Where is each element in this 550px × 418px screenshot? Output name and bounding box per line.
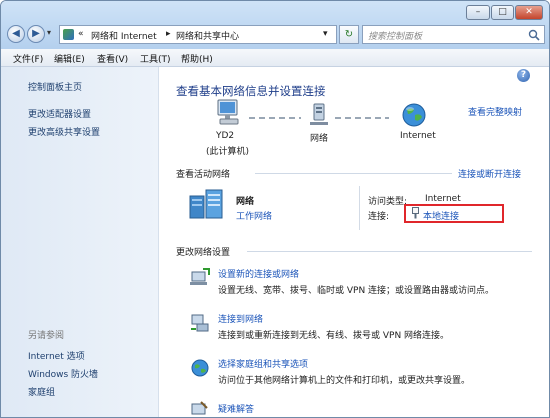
- title-bar: – □ ✕ ◀ ▶ ▾ « 网络和 Internet ▸ 网络和共享中心 ▾ ↻…: [1, 1, 549, 49]
- menu-tools[interactable]: 工具(T): [140, 52, 171, 65]
- breadcrumb-network-internet[interactable]: 网络和 Internet: [91, 29, 157, 42]
- sidebar-link-homegroup[interactable]: 家庭组: [28, 385, 55, 398]
- task-homegroup-sharing[interactable]: 选择家庭组和共享选项 访问位于其他网络计算机上的文件和打印机，或更改共享设置。: [189, 355, 519, 389]
- map-link-line: [335, 117, 389, 119]
- setup-connection-icon: [190, 268, 210, 285]
- recent-pages-dropdown[interactable]: ▾: [47, 28, 51, 37]
- control-panel-icon: [63, 29, 74, 40]
- refresh-button[interactable]: ↻: [339, 25, 359, 44]
- task-description: 设置无线、宽带、拨号、临时或 VPN 连接；或设置路由器或访问点。: [218, 286, 495, 296]
- menu-bar: 文件(F) 编辑(E) 查看(V) 工具(T) 帮助(H): [1, 49, 549, 67]
- task-connect-network[interactable]: 连接到网络 连接到或重新连接到无线、有线、拨号或 VPN 网络连接。: [189, 310, 519, 344]
- network-type-link[interactable]: 工作网络: [236, 209, 272, 222]
- minimize-button[interactable]: –: [466, 5, 490, 20]
- address-chevron[interactable]: «: [78, 29, 84, 39]
- search-icon[interactable]: [528, 29, 540, 41]
- menu-file[interactable]: 文件(F): [13, 52, 43, 65]
- active-networks-heading: 查看活动网络: [176, 170, 231, 180]
- window: – □ ✕ ◀ ▶ ▾ « 网络和 Internet ▸ 网络和共享中心 ▾ ↻…: [0, 0, 550, 418]
- search-box[interactable]: 搜索控制面板: [362, 25, 545, 44]
- menu-view[interactable]: 查看(V): [97, 52, 128, 65]
- forward-button[interactable]: ▶: [27, 25, 45, 43]
- local-connection-link[interactable]: 本地连接: [423, 209, 459, 222]
- computer-subtitle: (此计算机): [206, 147, 250, 157]
- menu-edit[interactable]: 编辑(E): [54, 52, 85, 65]
- task-description: 连接到或重新连接到无线、有线、拨号或 VPN 网络连接。: [218, 331, 450, 341]
- view-full-map-link[interactable]: 查看完整映射: [468, 105, 522, 118]
- internet-globe-icon: [402, 103, 426, 127]
- task-title[interactable]: 设置新的连接或网络: [218, 267, 299, 280]
- search-input[interactable]: 搜索控制面板: [368, 29, 422, 42]
- map-link-line: [249, 117, 301, 119]
- task-description: 访问位于其他网络计算机上的文件和打印机，或更改共享设置。: [218, 376, 471, 386]
- divider: [359, 186, 360, 230]
- change-settings-heading: 更改网络设置: [176, 248, 231, 258]
- computer-name: YD2: [216, 131, 235, 141]
- task-troubleshoot[interactable]: 疑难解答: [189, 399, 519, 417]
- refresh-icon: ↻: [344, 29, 354, 40]
- see-also-heading: 另请参阅: [28, 331, 65, 341]
- maximize-button[interactable]: □: [491, 5, 514, 20]
- close-button[interactable]: ✕: [515, 5, 543, 20]
- main-panel: ? 查看基本网络信息并设置连接 查看完整映射 YD2 (此计算机) 网络 Int…: [159, 67, 549, 417]
- back-button[interactable]: ◀: [7, 25, 25, 43]
- access-type-value: Internet: [425, 194, 461, 204]
- divider: [247, 251, 532, 252]
- divider: [255, 173, 452, 174]
- connections-label: 连接:: [368, 212, 390, 222]
- sidebar-link-control-panel-home[interactable]: 控制面板主页: [28, 80, 82, 93]
- connect-disconnect-link[interactable]: 连接或断开连接: [458, 167, 521, 180]
- back-arrow-icon: ◀: [12, 28, 20, 39]
- network-map-label: 网络: [310, 134, 329, 144]
- homegroup-icon: [191, 359, 209, 377]
- troubleshoot-icon: [191, 401, 208, 415]
- breadcrumb-separator[interactable]: ▸: [166, 29, 171, 39]
- menu-help[interactable]: 帮助(H): [181, 52, 213, 65]
- computer-icon: [217, 99, 239, 125]
- sidebar-link-internet-options[interactable]: Internet 选项: [28, 349, 85, 362]
- sidebar-link-adapter-settings[interactable]: 更改适配器设置: [28, 107, 91, 120]
- sidebar-link-windows-firewall[interactable]: Windows 防火墙: [28, 367, 98, 380]
- breadcrumb-sharing-center[interactable]: 网络和共享中心: [176, 29, 239, 42]
- work-network-icon: [189, 189, 223, 219]
- sidebar-link-advanced-sharing[interactable]: 更改高级共享设置: [28, 125, 100, 138]
- connect-network-icon: [191, 314, 209, 332]
- page-title: 查看基本网络信息并设置连接: [176, 84, 326, 98]
- access-type-label: 访问类型:: [368, 197, 408, 207]
- forward-arrow-icon: ▶: [32, 28, 40, 39]
- address-dropdown-icon[interactable]: ▾: [323, 29, 328, 39]
- help-icon[interactable]: ?: [517, 69, 530, 82]
- address-bar[interactable]: « 网络和 Internet ▸ 网络和共享中心 ▾: [59, 25, 337, 44]
- active-network-name: 网络: [236, 197, 255, 207]
- network-icon: [310, 103, 328, 125]
- ethernet-plug-icon: [412, 207, 419, 219]
- task-title[interactable]: 疑难解答: [218, 402, 254, 415]
- sidebar: 控制面板主页 更改适配器设置 更改高级共享设置 另请参阅 Internet 选项…: [1, 67, 159, 417]
- task-title[interactable]: 选择家庭组和共享选项: [218, 357, 308, 370]
- task-title[interactable]: 连接到网络: [218, 312, 263, 325]
- task-setup-connection[interactable]: 设置新的连接或网络 设置无线、宽带、拨号、临时或 VPN 连接；或设置路由器或访…: [189, 265, 519, 299]
- internet-map-label: Internet: [400, 131, 436, 141]
